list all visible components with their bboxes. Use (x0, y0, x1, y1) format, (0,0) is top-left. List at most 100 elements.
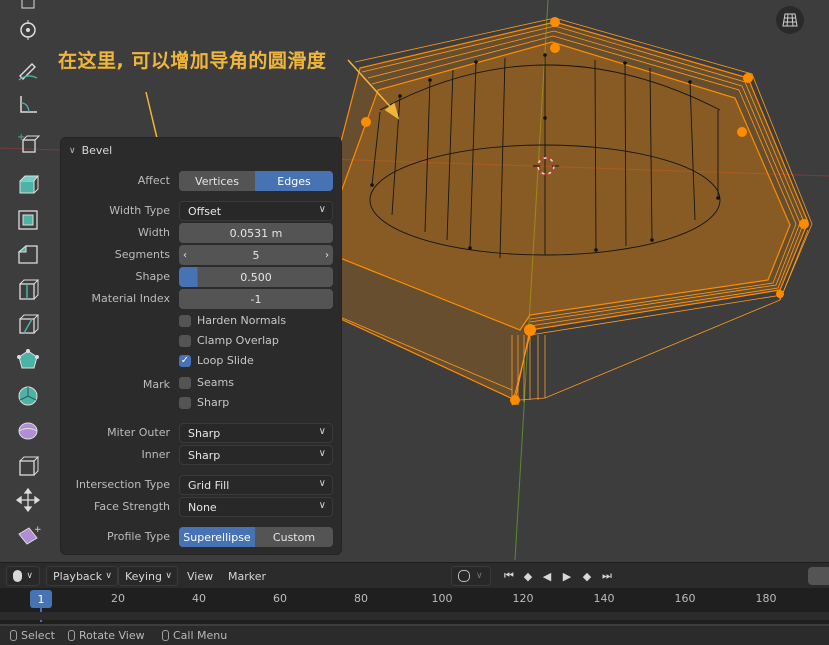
width-label: Width (138, 226, 170, 239)
frame-label: 160 (674, 592, 696, 605)
keying-menu[interactable]: Keying ∨ (118, 566, 178, 586)
shear-icon[interactable]: + (10, 520, 46, 552)
jump-start-icon[interactable]: ⏮ (500, 567, 518, 585)
chevron-down-icon: ∨ (318, 500, 326, 511)
chevron-down-icon: ∨ (105, 571, 112, 581)
spin-icon[interactable] (10, 380, 46, 412)
bevel-icon[interactable] (10, 238, 46, 270)
material-index-field[interactable]: -1 (179, 289, 333, 309)
status-select: Select (10, 629, 55, 642)
status-menu-label: Call Menu (173, 629, 228, 642)
3d-viewport[interactable]: 在这里, 可以增加导角的圆滑度 + + ∨ Bevel Affect Verti… (0, 0, 829, 560)
seams-checkbox[interactable]: Seams (179, 376, 234, 389)
affect-vertices-button[interactable]: Vertices (179, 171, 255, 191)
shape-value: 0.500 (240, 270, 272, 284)
tool-shelf: + + (8, 0, 48, 552)
face-strength-value: None (188, 500, 217, 514)
frame-label: 80 (354, 592, 368, 605)
harden-normals-checkbox[interactable]: Harden Normals (179, 314, 286, 327)
loop-slide-row: ✓ Loop Slide (61, 353, 341, 373)
face-strength-row: Face Strength None ∨ (61, 497, 341, 517)
clamp-overlap-row: Clamp Overlap (61, 333, 341, 353)
bevel-operator-panel[interactable]: ∨ Bevel Affect Vertices Edges Width Type… (61, 138, 341, 554)
play-reverse-icon[interactable]: ◀ (538, 567, 556, 585)
record-icon (458, 570, 470, 582)
frame-label: 60 (273, 592, 287, 605)
view-menu[interactable]: View (187, 566, 213, 586)
next-keyframe-icon[interactable]: ◆ (578, 567, 596, 585)
editor-type-button[interactable]: ∨ (6, 566, 40, 586)
mark-seams-row: Mark Seams (61, 375, 341, 395)
playback-menu[interactable]: Playback ∨ (46, 566, 118, 586)
keying-label: Keying (125, 569, 162, 583)
width-type-label: Width Type (109, 204, 170, 217)
intersection-type-select[interactable]: Grid Fill ∨ (179, 475, 333, 495)
prev-keyframe-icon[interactable]: ◆ (519, 567, 537, 585)
knife-icon[interactable] (10, 308, 46, 340)
face-strength-select[interactable]: None ∨ (179, 497, 333, 517)
segments-field[interactable]: ‹ 5 › (179, 245, 333, 265)
inner-select[interactable]: Sharp ∨ (179, 445, 333, 465)
perspective-grid-icon[interactable] (776, 6, 804, 34)
miter-outer-value: Sharp (188, 426, 221, 440)
segments-row: Segments ‹ 5 › (61, 245, 341, 265)
inset-icon[interactable] (10, 204, 46, 236)
timeline[interactable]: 1 20 40 60 80 100 120 140 160 180 (0, 588, 829, 624)
affect-edges-button[interactable]: Edges (255, 171, 333, 191)
width-type-select[interactable]: Offset ∨ (179, 201, 333, 221)
segments-label: Segments (114, 248, 170, 261)
svg-text:+: + (17, 132, 25, 143)
sharp-checkbox[interactable]: Sharp (179, 396, 229, 409)
width-field[interactable]: 0.0531 m (179, 223, 333, 243)
keyframe-type-button[interactable]: ∨ (451, 566, 491, 586)
frame-label: 40 (192, 592, 206, 605)
profile-superellipse-button[interactable]: Superellipse (179, 527, 255, 547)
edge-slide-icon[interactable] (10, 450, 46, 482)
width-type-row: Width Type Offset ∨ (61, 201, 341, 221)
timeline-scrollbar[interactable] (0, 612, 829, 620)
checkbox-icon (179, 314, 191, 327)
measure-icon[interactable] (10, 88, 46, 120)
intersection-type-row: Intersection Type Grid Fill ∨ (61, 475, 341, 495)
chevron-down-icon: ∨ (318, 478, 326, 489)
add-cube-icon[interactable]: + (10, 128, 46, 160)
intersection-type-label: Intersection Type (75, 478, 170, 491)
panel-title: Bevel (81, 144, 113, 157)
current-frame-indicator[interactable]: 1 (30, 590, 52, 608)
chevron-down-icon: ∨ (26, 571, 33, 581)
face-strength-label: Face Strength (94, 500, 170, 513)
poly-build-icon[interactable] (10, 344, 46, 376)
jump-end-icon[interactable]: ⏭ (598, 567, 616, 585)
panel-header[interactable]: ∨ Bevel (69, 144, 112, 157)
seams-label: Seams (197, 376, 234, 389)
checkbox-icon (179, 334, 191, 347)
clamp-overlap-label: Clamp Overlap (197, 334, 279, 347)
timeline-header: ∨ Playback ∨ Keying ∨ View Marker ∨ ⏮ ◆ ◀ … (0, 562, 829, 589)
play-icon[interactable]: ▶ (558, 567, 576, 585)
smooth-icon[interactable] (10, 414, 46, 446)
chevron-right-icon[interactable]: › (321, 245, 333, 265)
mark-label: Mark (142, 378, 170, 391)
shape-slider[interactable]: 0.500 (179, 267, 333, 287)
width-row: Width 0.0531 m (61, 223, 341, 243)
chevron-down-icon: ∨ (318, 426, 326, 437)
chevron-down-icon: ∨ (165, 571, 172, 581)
extrude-icon[interactable] (10, 168, 46, 200)
inner-value: Sharp (188, 448, 221, 462)
loop-slide-label: Loop Slide (197, 354, 254, 367)
annotate-icon[interactable] (10, 54, 46, 86)
miter-outer-select[interactable]: Sharp ∨ (179, 423, 333, 443)
chevron-left-icon[interactable]: ‹ (179, 245, 191, 265)
loop-slide-checkbox[interactable]: ✓ Loop Slide (179, 354, 254, 367)
profile-custom-button[interactable]: Custom (255, 527, 333, 547)
marker-menu[interactable]: Marker (228, 566, 266, 586)
loop-cut-icon[interactable] (10, 274, 46, 306)
miter-outer-row: Miter Outer Sharp ∨ (61, 423, 341, 443)
frame-field[interactable] (808, 567, 829, 585)
shrink-fatten-icon[interactable] (10, 484, 46, 516)
cursor-icon[interactable] (10, 14, 46, 46)
clamp-overlap-checkbox[interactable]: Clamp Overlap (179, 334, 279, 347)
inner-label: Inner (141, 448, 170, 461)
profile-type-label: Profile Type (107, 530, 170, 543)
checkbox-icon (179, 396, 191, 409)
